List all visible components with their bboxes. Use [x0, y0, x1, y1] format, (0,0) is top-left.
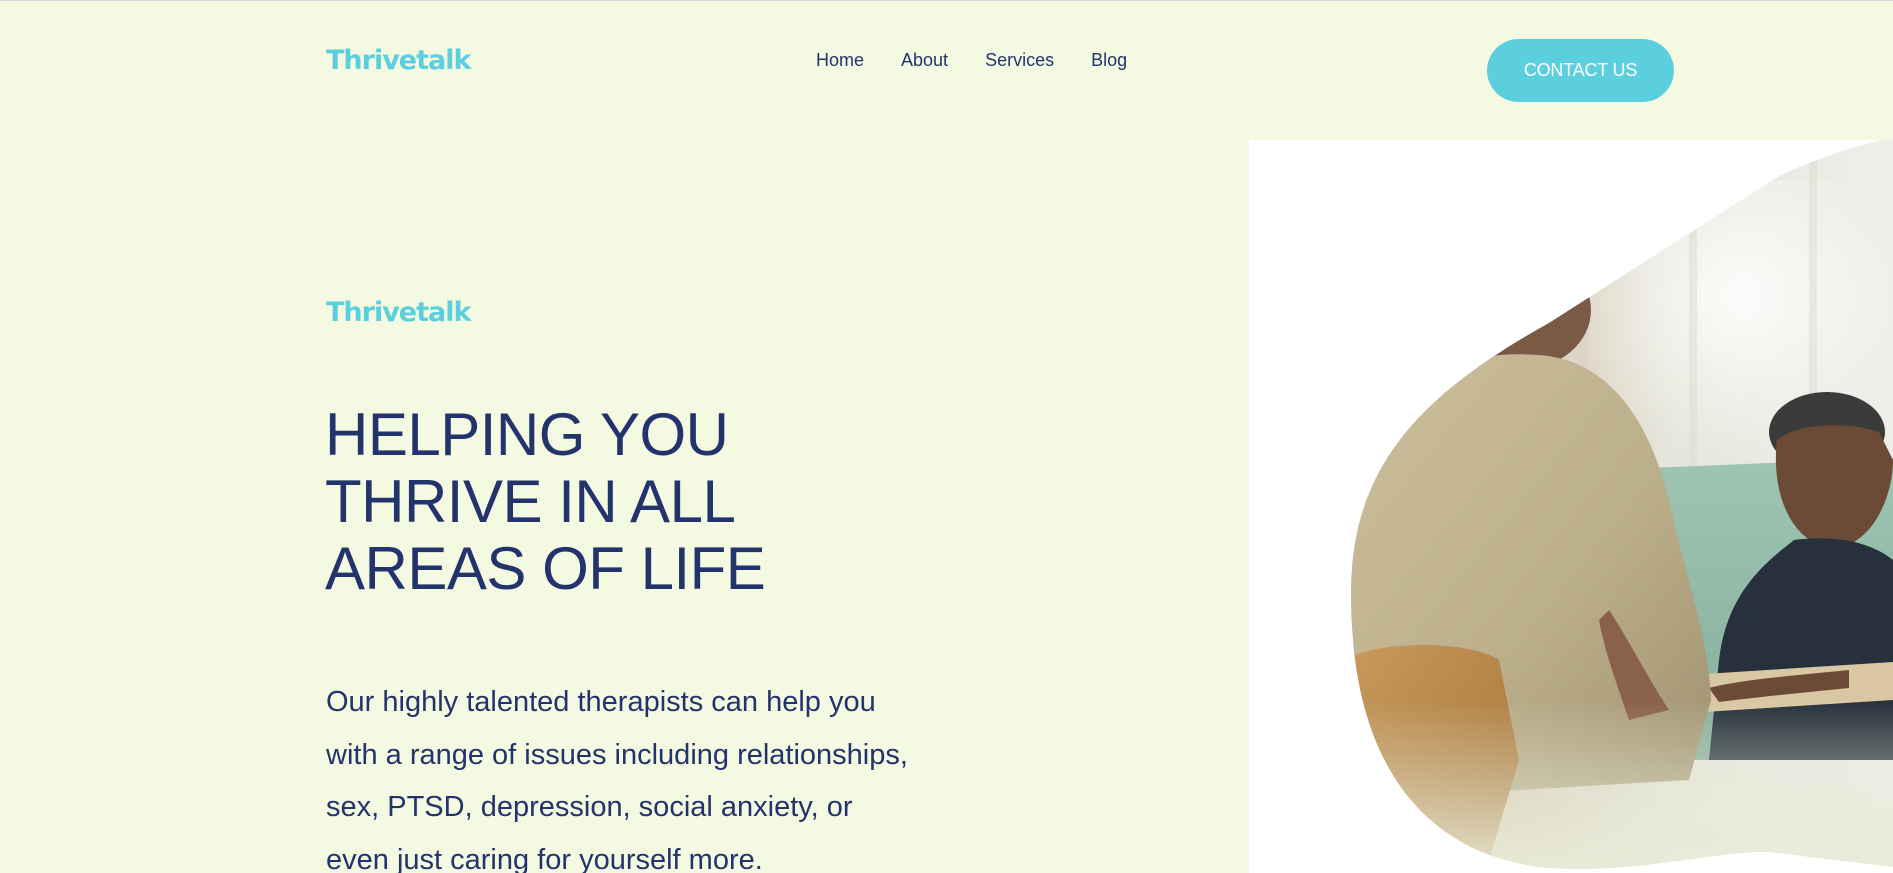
main-nav: Home About Services Blog — [816, 50, 1164, 70]
nav-blog[interactable]: Blog — [1091, 50, 1127, 70]
logo[interactable]: Thrivetalk — [326, 45, 471, 76]
description-line: Our highly talented therapists can help … — [326, 686, 876, 718]
nav-services[interactable]: Services — [985, 50, 1054, 70]
hero-image-panel — [1249, 140, 1893, 873]
hero-headline: HELPING YOU THRIVE IN ALL AREAS OF LIFE — [325, 401, 885, 602]
hero-description: Our highly talented therapists can help … — [326, 676, 966, 873]
contact-us-button[interactable]: CONTACT US — [1487, 39, 1674, 102]
description-line: sex, PTSD, depression, social anxiety, o… — [326, 791, 853, 823]
hero-brand: Thrivetalk — [326, 297, 471, 328]
therapy-session-photo — [1350, 140, 1893, 873]
description-line: even just caring for yourself more. — [326, 843, 763, 873]
nav-about[interactable]: About — [901, 50, 948, 70]
headline-line: THRIVE IN ALL — [325, 468, 736, 535]
description-line: with a range of issues including relatio… — [326, 738, 908, 771]
headline-line: AREAS OF LIFE — [325, 535, 766, 602]
page: Thrivetalk Home About Services Blog CONT… — [0, 0, 1893, 873]
headline-line: HELPING YOU — [325, 401, 729, 468]
nav-home[interactable]: Home — [816, 50, 864, 70]
